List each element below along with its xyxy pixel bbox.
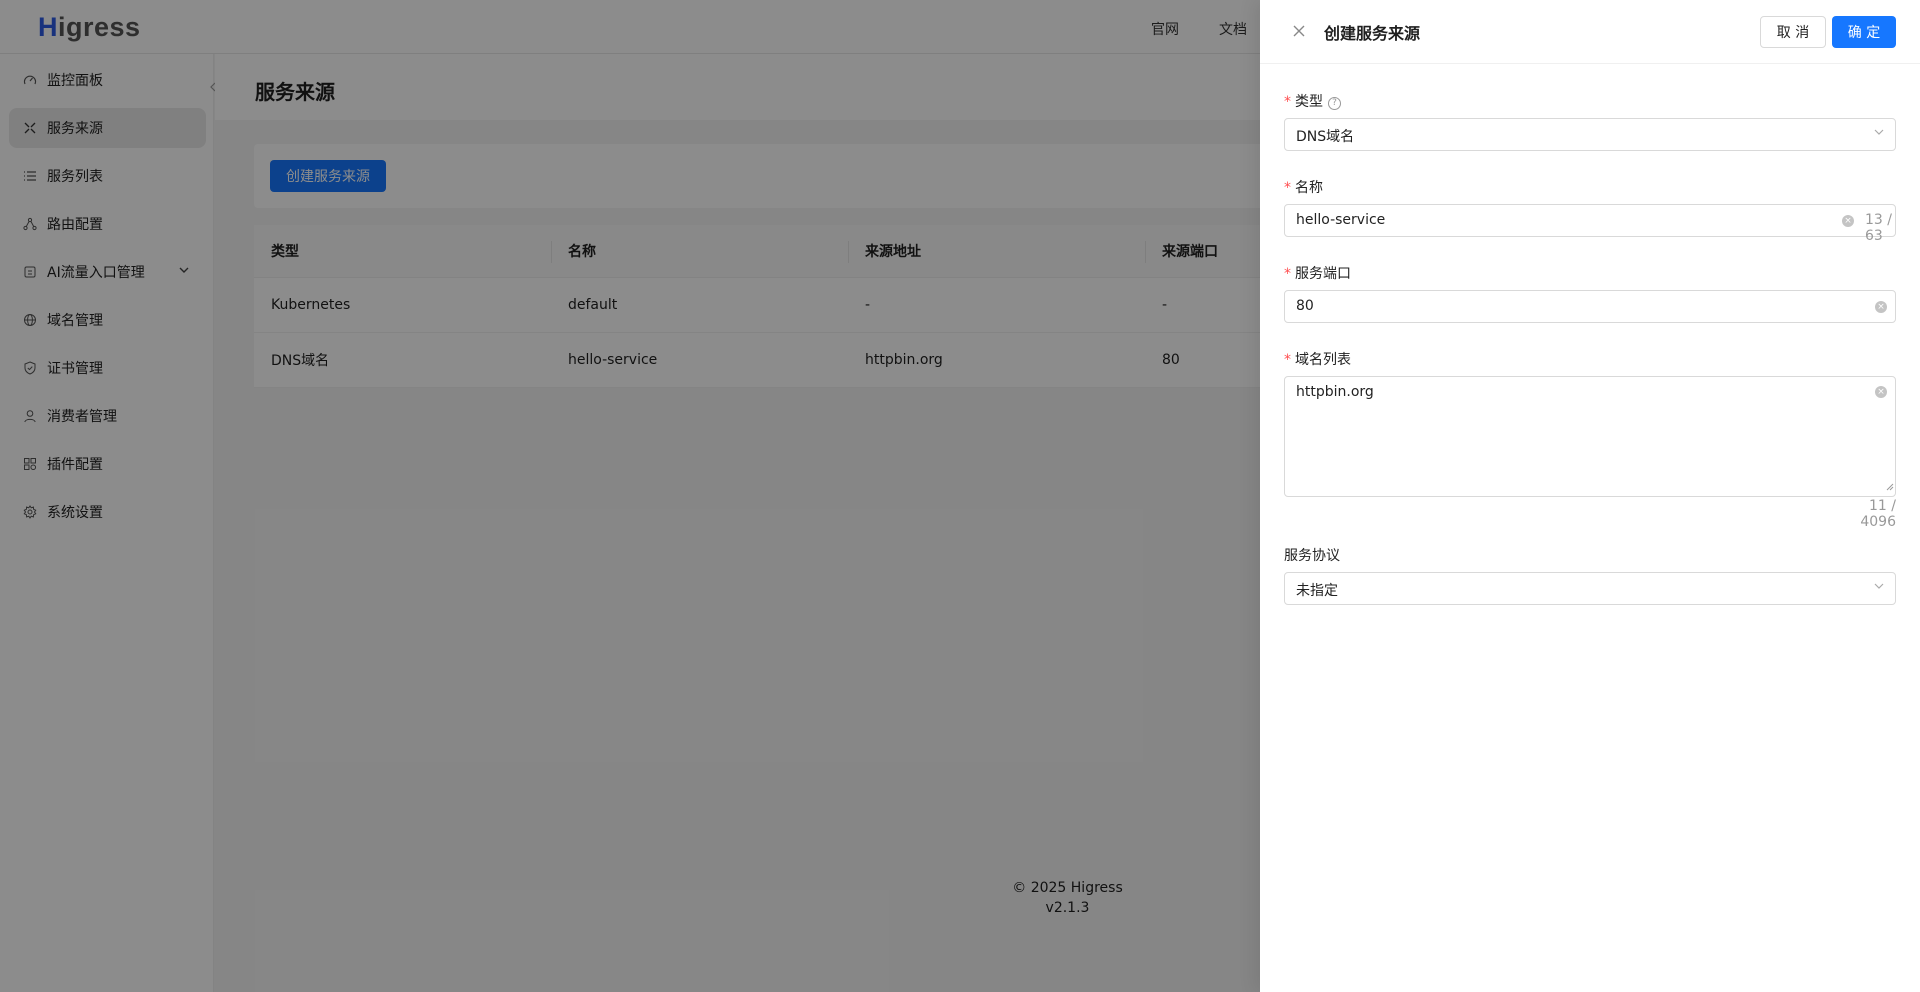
chevron-down-icon [1873, 126, 1885, 141]
name-char-counter: 13 / 63 [1865, 212, 1892, 244]
confirm-button[interactable]: 确 定 [1832, 16, 1896, 48]
field-label-type: * 类型? [1284, 91, 1341, 111]
clear-icon[interactable]: × [1875, 301, 1887, 313]
create-service-source-drawer: 创建服务来源 取 消 确 定 * 类型? DNS域名 * 名称 hello-serv… [1260, 0, 1920, 992]
field-label-domains: * 域名列表 [1284, 352, 1351, 368]
clear-icon[interactable]: × [1842, 215, 1854, 227]
domain-list-textarea[interactable]: httpbin.org × [1284, 376, 1896, 497]
port-input-value: 80 [1296, 298, 1314, 314]
field-label-protocol: 服务协议 [1284, 548, 1340, 564]
domain-list-char-counter: 11 / 4096 [1860, 498, 1896, 530]
clear-icon[interactable]: × [1875, 386, 1887, 398]
type-select-value: DNS域名 [1296, 129, 1355, 145]
type-select[interactable]: DNS域名 [1284, 118, 1896, 151]
help-icon[interactable]: ? [1328, 97, 1341, 110]
domain-list-value: httpbin.org [1296, 384, 1374, 400]
field-label-name: * 名称 [1284, 180, 1323, 196]
chevron-down-icon [1873, 580, 1885, 595]
field-label-port: * 服务端口 [1284, 266, 1351, 282]
name-input-value: hello-service [1296, 212, 1386, 228]
resize-handle[interactable] [1886, 479, 1894, 495]
drawer-header: 创建服务来源 取 消 确 定 [1260, 0, 1920, 64]
cancel-button[interactable]: 取 消 [1760, 16, 1826, 48]
protocol-select[interactable]: 未指定 [1284, 572, 1896, 605]
port-input[interactable]: 80 × [1284, 290, 1896, 323]
protocol-select-value: 未指定 [1296, 583, 1338, 599]
close-icon[interactable] [1288, 20, 1310, 42]
drawer-title: 创建服务来源 [1324, 24, 1421, 43]
name-input[interactable]: hello-service × 13 / 63 [1284, 204, 1896, 244]
